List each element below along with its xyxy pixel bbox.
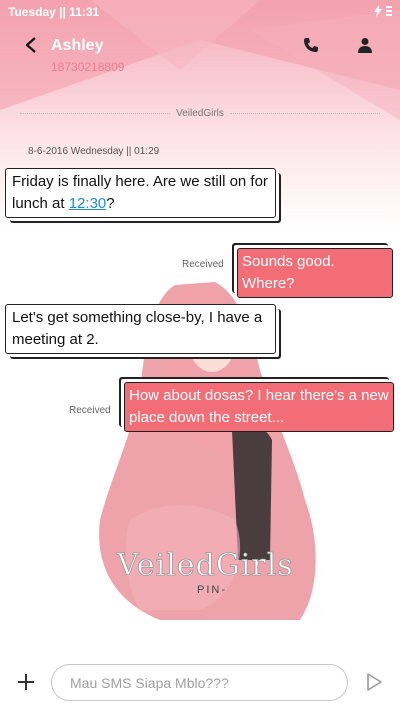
conversation-divider: VeiledGirls <box>20 106 380 120</box>
divider-line-right <box>229 112 380 114</box>
divider-label: VeiledGirls <box>176 107 224 119</box>
status-icons <box>374 4 392 20</box>
message-input[interactable] <box>51 664 348 701</box>
contact-number: 18730218809 <box>51 60 125 74</box>
message-text-end: ? <box>106 195 115 212</box>
status-bar: Tuesday || 11:31 <box>0 0 400 24</box>
contact-name[interactable]: Ashley <box>51 37 103 55</box>
incoming-message[interactable]: Friday is finally here. Are we still on … <box>5 168 276 218</box>
person-icon <box>357 37 373 58</box>
outgoing-message[interactable]: How about dosas? I hear there's a new pl… <box>124 382 394 432</box>
call-button[interactable] <box>300 36 322 58</box>
message-timestamp: 8-6-2016 Wednesday || 01:29 <box>28 146 160 157</box>
outgoing-message[interactable]: Sounds good. Where? <box>237 248 393 298</box>
message-text: How about dosas? I hear there's a new pl… <box>129 387 389 426</box>
delivery-status: Received <box>69 405 111 416</box>
contact-details-button[interactable] <box>354 36 376 58</box>
menu-lines-icon <box>386 5 392 19</box>
theme-watermark-sub: PIN- <box>197 584 227 596</box>
message-text: Sounds good. Where? <box>242 253 335 292</box>
send-icon <box>366 672 382 696</box>
message-time-link[interactable]: 12:30 <box>69 195 107 212</box>
phone-icon <box>303 37 319 58</box>
plus-icon <box>17 673 35 696</box>
attach-button[interactable] <box>14 672 38 696</box>
send-button[interactable] <box>362 672 386 696</box>
conversation-header: Ashley 18730218809 <box>0 28 400 78</box>
back-arrow-icon <box>24 36 38 58</box>
back-button[interactable] <box>20 36 42 58</box>
status-day-time: Tuesday || 11:31 <box>8 5 100 19</box>
theme-watermark: VeiledGirls <box>117 548 294 584</box>
message-text: Let's get something close-by, I have a m… <box>12 309 263 348</box>
charging-icon <box>374 4 382 20</box>
compose-bar <box>0 660 400 711</box>
divider-line-left <box>20 112 171 114</box>
incoming-message[interactable]: Let's get something close-by, I have a m… <box>5 304 276 354</box>
message-text: Friday is finally here. Are we still on … <box>12 173 268 212</box>
delivery-status: Received <box>182 259 224 270</box>
